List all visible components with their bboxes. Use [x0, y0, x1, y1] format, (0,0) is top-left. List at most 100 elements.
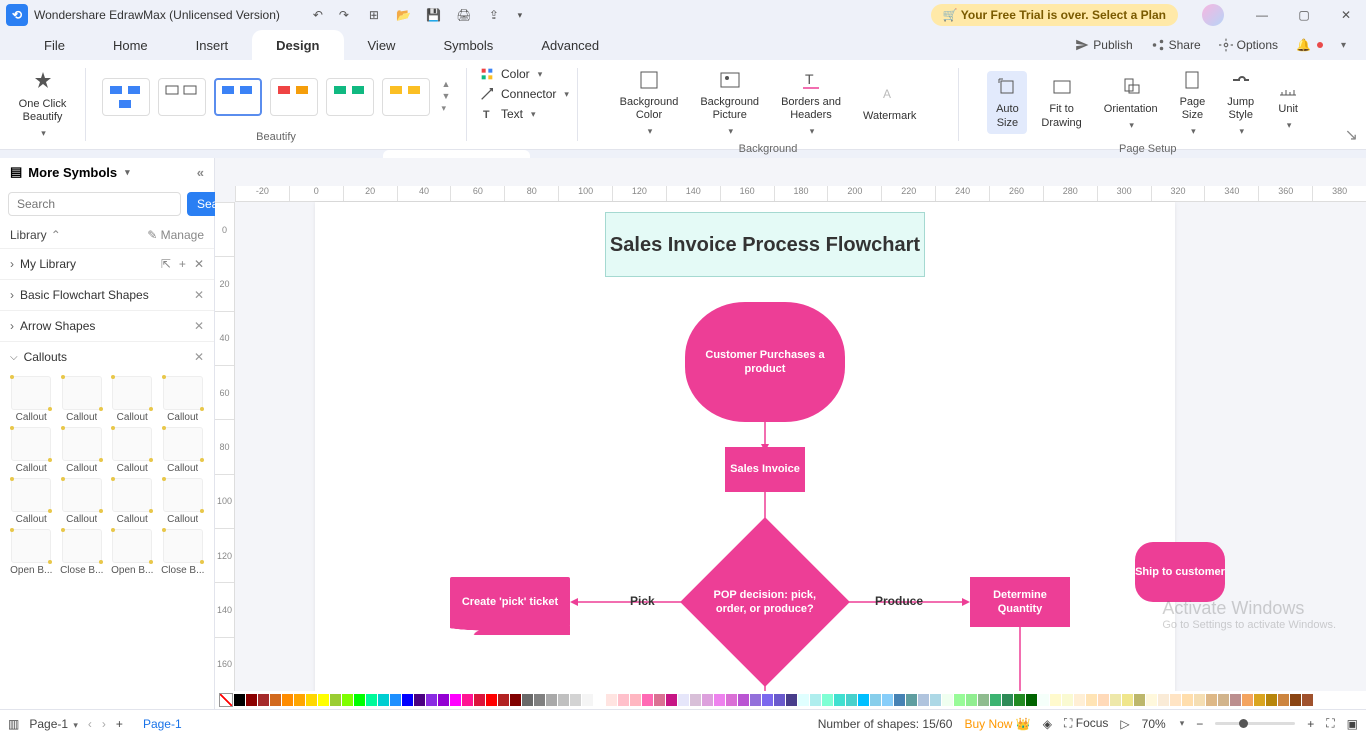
- manage-library-button[interactable]: ✎ Manage: [147, 228, 204, 242]
- menu-design[interactable]: Design: [252, 30, 343, 60]
- color-swatch[interactable]: [534, 694, 545, 706]
- export-icon[interactable]: ⇪: [486, 7, 502, 23]
- theme-down-icon[interactable]: ▼: [442, 91, 451, 101]
- maximize-button[interactable]: ▢: [1290, 1, 1318, 29]
- color-swatch[interactable]: [1278, 694, 1289, 706]
- color-swatch[interactable]: [1014, 694, 1025, 706]
- color-swatch[interactable]: [1002, 694, 1013, 706]
- color-swatch[interactable]: [846, 694, 857, 706]
- callout-shape[interactable]: Close B...: [59, 529, 106, 576]
- color-swatch[interactable]: [1050, 694, 1061, 706]
- print-icon[interactable]: 🖨: [456, 7, 472, 23]
- next-page-icon[interactable]: ›: [102, 717, 106, 731]
- prev-page-icon[interactable]: ‹: [88, 717, 92, 731]
- redo-icon[interactable]: ↷: [336, 7, 352, 23]
- color-swatch[interactable]: [282, 694, 293, 706]
- unit-button[interactable]: Unit▾: [1268, 71, 1308, 135]
- theme-more-icon[interactable]: ▾: [442, 103, 451, 114]
- color-swatch[interactable]: [1194, 694, 1205, 706]
- color-swatch[interactable]: [930, 694, 941, 706]
- cat-close-icon[interactable]: ✕: [194, 350, 204, 364]
- callout-shape[interactable]: Callout: [160, 478, 207, 525]
- zoom-in-icon[interactable]: +: [1307, 717, 1314, 731]
- color-swatch[interactable]: [1158, 694, 1169, 706]
- callout-shape[interactable]: Callout: [109, 376, 156, 423]
- color-dropdown[interactable]: Color▾: [479, 64, 542, 84]
- color-swatch[interactable]: [1302, 694, 1313, 706]
- notif-button[interactable]: 🔔: [1296, 38, 1323, 52]
- callout-shape[interactable]: Callout: [109, 478, 156, 525]
- color-swatch[interactable]: [594, 694, 605, 706]
- connector-dropdown[interactable]: Connector▾: [479, 84, 569, 104]
- menu-file[interactable]: File: [20, 30, 89, 60]
- color-swatch[interactable]: [882, 694, 893, 706]
- trial-banner[interactable]: 🛒 Your Free Trial is over. Select a Plan: [931, 4, 1178, 26]
- no-color-icon[interactable]: [219, 693, 233, 707]
- color-swatch[interactable]: [462, 694, 473, 706]
- presentation-icon[interactable]: ▷: [1120, 717, 1129, 731]
- page-dropdown[interactable]: Page-1 ▾: [29, 717, 78, 731]
- callout-shape[interactable]: Callout: [109, 427, 156, 474]
- color-swatch[interactable]: [390, 694, 401, 706]
- color-swatch[interactable]: [642, 694, 653, 706]
- color-swatch[interactable]: [246, 694, 257, 706]
- color-swatch[interactable]: [234, 694, 245, 706]
- color-swatch[interactable]: [894, 694, 905, 706]
- share-button[interactable]: Share: [1151, 38, 1201, 52]
- fullscreen-icon[interactable]: ▣: [1347, 717, 1358, 731]
- undo-icon[interactable]: ↶: [310, 7, 326, 23]
- color-swatch[interactable]: [702, 694, 713, 706]
- cat-close-icon[interactable]: ✕: [194, 319, 204, 333]
- shape-decision[interactable]: POP decision: pick, order, or produce?: [680, 517, 850, 687]
- color-swatch[interactable]: [414, 694, 425, 706]
- color-swatch[interactable]: [798, 694, 809, 706]
- color-swatch[interactable]: [1218, 694, 1229, 706]
- active-page-tab[interactable]: Page-1: [143, 717, 182, 731]
- color-swatch[interactable]: [474, 694, 485, 706]
- minimize-button[interactable]: —: [1248, 1, 1276, 29]
- color-swatch[interactable]: [774, 694, 785, 706]
- menu-advanced[interactable]: Advanced: [517, 30, 623, 60]
- color-swatch[interactable]: [294, 694, 305, 706]
- color-swatch[interactable]: [786, 694, 797, 706]
- color-swatch[interactable]: [834, 694, 845, 706]
- color-swatch[interactable]: [942, 694, 953, 706]
- color-swatch[interactable]: [738, 694, 749, 706]
- callout-shape[interactable]: Callout: [8, 478, 55, 525]
- color-swatch[interactable]: [1146, 694, 1157, 706]
- color-swatch[interactable]: [498, 694, 509, 706]
- color-swatch[interactable]: [1098, 694, 1109, 706]
- orientation-button[interactable]: Orientation▾: [1096, 71, 1166, 135]
- bg-picture-button[interactable]: Background Picture▾: [692, 64, 767, 141]
- color-swatch[interactable]: [1182, 694, 1193, 706]
- collapse-panel-icon[interactable]: «: [197, 165, 204, 180]
- color-swatch[interactable]: [1038, 694, 1049, 706]
- color-swatch[interactable]: [270, 694, 281, 706]
- color-swatch[interactable]: [426, 694, 437, 706]
- color-swatch[interactable]: [690, 694, 701, 706]
- shape-ship[interactable]: Ship to customer: [1135, 542, 1225, 602]
- open-icon[interactable]: 📂: [396, 7, 412, 23]
- color-swatch[interactable]: [1170, 694, 1181, 706]
- callout-shape[interactable]: Callout: [59, 376, 106, 423]
- color-swatch[interactable]: [1266, 694, 1277, 706]
- color-swatch[interactable]: [810, 694, 821, 706]
- callout-shape[interactable]: Callout: [160, 427, 207, 474]
- basic-shapes-category[interactable]: Basic Flowchart Shapes✕: [0, 279, 214, 310]
- new-icon[interactable]: ⊞: [366, 7, 382, 23]
- page-view-icon[interactable]: ▥: [8, 717, 19, 731]
- callout-shape[interactable]: Callout: [59, 478, 106, 525]
- theme-5[interactable]: [326, 78, 374, 116]
- color-swatch[interactable]: [726, 694, 737, 706]
- symbol-search-input[interactable]: [8, 192, 181, 216]
- color-swatch[interactable]: [1110, 694, 1121, 706]
- callout-shape[interactable]: Callout: [8, 376, 55, 423]
- my-library-category[interactable]: My Library ⇱ + ✕: [0, 248, 214, 279]
- theme-up-icon[interactable]: ▲: [442, 79, 451, 89]
- color-swatch[interactable]: [870, 694, 881, 706]
- color-swatch[interactable]: [486, 694, 497, 706]
- color-swatch[interactable]: [570, 694, 581, 706]
- menu-view[interactable]: View: [344, 30, 420, 60]
- theme-1[interactable]: [102, 78, 150, 116]
- color-swatch[interactable]: [1290, 694, 1301, 706]
